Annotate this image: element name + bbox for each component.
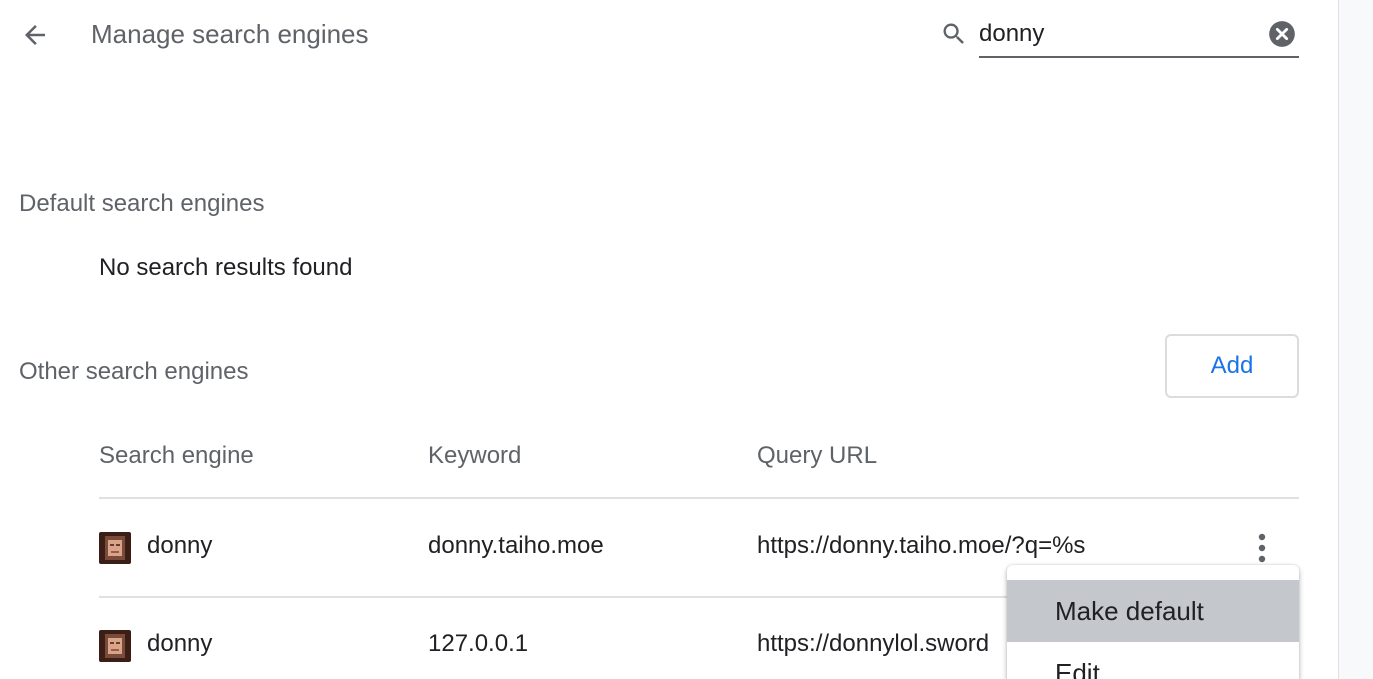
add-button[interactable]: Add [1165, 334, 1299, 398]
menu-item-edit[interactable]: Edit [1007, 642, 1299, 679]
column-header-query-url: Query URL [757, 442, 878, 469]
engine-name: donny [147, 630, 213, 657]
other-section-title: Other search engines [19, 358, 249, 385]
favicon-icon [99, 630, 131, 662]
search-icon [943, 23, 964, 44]
engine-name: donny [147, 532, 213, 559]
menu-item-make-default[interactable]: Make default [1007, 580, 1299, 642]
page-title: Manage search engines [91, 19, 369, 49]
engine-query-url: https://donny.taiho.moe/?q=%s [757, 532, 1086, 559]
arrow-back-icon [25, 25, 45, 45]
default-section-title: Default search engines [19, 190, 265, 217]
column-header-search-engine: Search engine [99, 442, 254, 469]
engine-keyword: 127.0.0.1 [428, 630, 529, 657]
engine-query-url: https://donnylol.sword [757, 630, 990, 657]
search-underline [979, 56, 1299, 58]
no-results-message: No search results found [99, 254, 353, 281]
favicon-icon [99, 532, 131, 564]
settings-page: Manage search engines Default search eng… [0, 0, 1373, 679]
context-menu: Make default Edit [1007, 565, 1299, 679]
table-divider [99, 497, 1299, 499]
engine-keyword: donny.taiho.moe [428, 532, 604, 559]
clear-circle-icon[interactable] [1268, 20, 1296, 48]
scrollbar-gutter[interactable] [1338, 0, 1373, 679]
back-button[interactable] [14, 14, 56, 56]
search-input[interactable] [979, 12, 1264, 58]
column-header-keyword: Keyword [428, 442, 522, 469]
more-vert-icon[interactable] [1246, 530, 1278, 566]
